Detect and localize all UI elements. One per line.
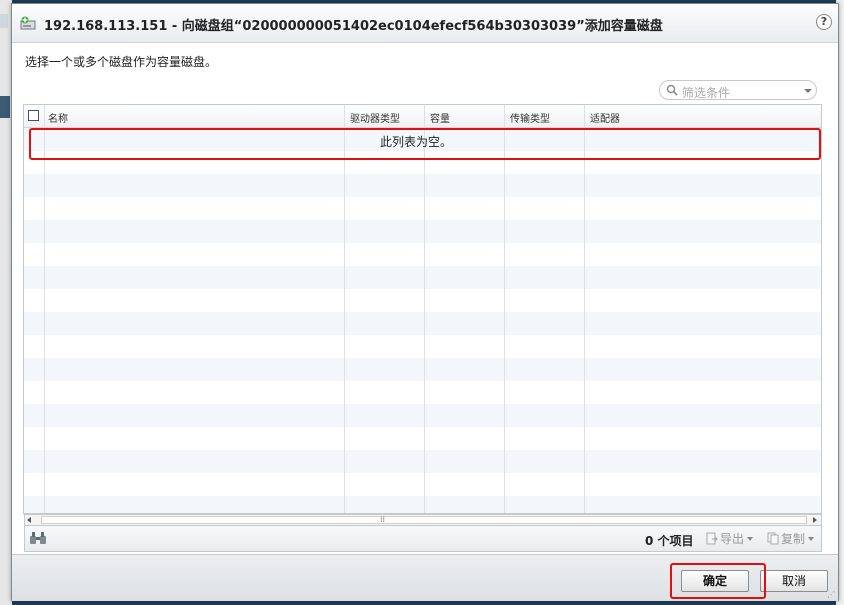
background-fragment [0,96,10,118]
table-row [24,496,821,513]
table-footer: 0 个项目 导出 复制 [24,526,822,552]
cancel-button[interactable]: 取消 [760,570,828,592]
resize-grip-icon[interactable]: ⋰ [827,590,835,599]
table-body [24,128,821,513]
table-row [24,266,821,289]
search-icon [666,84,678,96]
table-row [24,335,821,358]
table-row [24,427,821,450]
disk-table: 名称 驱动器类型 容量 传输类型 适配器 此列表为空。 [23,104,822,514]
column-header-drive-type[interactable]: 驱动器类型 [350,110,400,125]
column-header-name[interactable]: 名称 [48,110,68,125]
scroll-right-icon[interactable] [813,517,817,523]
filter-input[interactable]: 筛选条件 [659,80,817,100]
table-row [24,289,821,312]
instruction-text: 选择一个或多个磁盘作为容量磁盘。 [25,55,218,69]
column-divider [44,105,45,513]
column-header-capacity[interactable]: 容量 [430,110,450,125]
table-row [24,404,821,427]
horizontal-scrollbar[interactable]: ⁞⁞ [24,514,822,526]
table-row [24,243,821,266]
column-divider [504,105,505,513]
chevron-down-icon [747,537,754,541]
column-divider [344,105,345,513]
scroll-left-icon[interactable] [27,517,31,523]
column-divider [424,105,425,513]
filter-placeholder: 筛选条件 [682,86,731,100]
copy-icon [767,532,779,545]
highlight-annotation [29,128,821,160]
dialog-titlebar: 192.168.113.151 - 向磁盘组“020000000051402ec… [12,4,838,43]
table-row [24,197,821,220]
binoculars-icon[interactable] [29,531,47,545]
grip-icon: ⁞⁞ [380,515,386,524]
column-header-transport-type[interactable]: 传输类型 [510,110,550,125]
table-row [24,220,821,243]
background-fragment [0,14,8,28]
copy-button[interactable]: 复制 [767,530,815,547]
copy-label: 复制 [781,532,806,546]
chevron-down-icon[interactable] [804,89,812,93]
help-icon[interactable]: ? [816,14,832,30]
add-disk-icon [20,16,36,30]
column-divider [584,105,585,513]
table-row [24,473,821,496]
export-label: 导出 [720,532,745,546]
column-header-adapter[interactable]: 适配器 [590,110,620,125]
scrollbar-thumb[interactable]: ⁞⁞ [41,515,807,524]
item-count: 0 个项目 [645,534,694,548]
table-header: 名称 驱动器类型 容量 传输类型 适配器 [24,105,821,128]
table-row [24,450,821,473]
table-row [24,358,821,381]
select-all-checkbox[interactable] [28,110,39,121]
highlight-annotation [670,563,766,599]
dialog-title: 192.168.113.151 - 向磁盘组“020000000051402ec… [44,19,663,34]
add-capacity-disk-dialog: 192.168.113.151 - 向磁盘组“020000000051402ec… [11,3,839,601]
export-icon [706,532,718,545]
table-row [24,312,821,335]
chevron-down-icon [808,537,815,541]
table-row [24,381,821,404]
table-row [24,174,821,197]
export-button[interactable]: 导出 [706,530,754,547]
